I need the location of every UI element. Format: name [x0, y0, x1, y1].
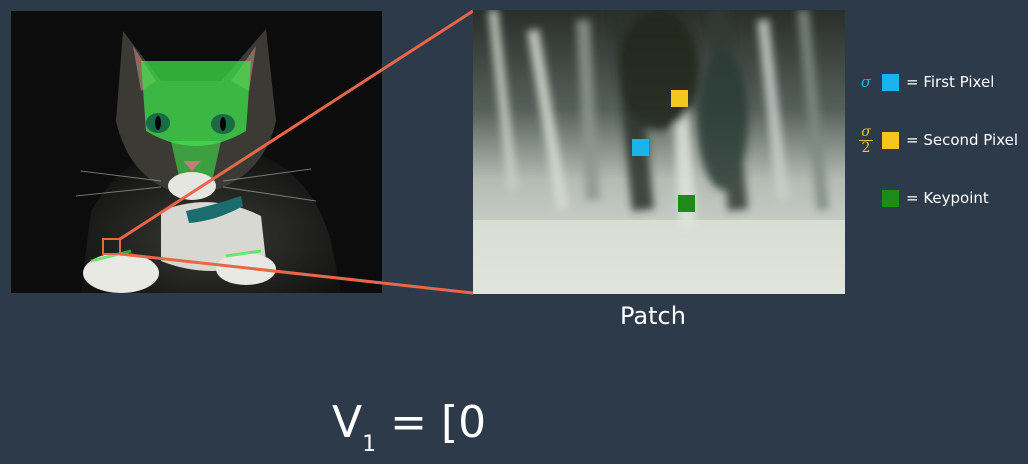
patch-image [473, 10, 845, 294]
legend-second-pixel: σ 2 = Second Pixel [852, 123, 1019, 156]
first-pixel-label: = First Pixel [906, 73, 995, 91]
second-pixel-swatch [882, 131, 899, 149]
sigma-half-symbol: σ 2 [852, 123, 880, 156]
descriptor-formula: V1 = [0 [332, 398, 486, 464]
formula-subscript: 1 [362, 432, 377, 457]
keypoint-swatch [882, 189, 899, 207]
patch-caption: Patch [620, 302, 686, 330]
first-pixel-marker [632, 139, 649, 156]
second-pixel-marker [671, 90, 688, 107]
sigma-denominator: 2 [861, 139, 871, 156]
first-pixel-swatch [882, 73, 899, 91]
second-pixel-label: = Second Pixel [906, 131, 1019, 149]
keypoint-marker [678, 195, 695, 212]
formula-base: V [332, 397, 363, 448]
keypoint-label: = Keypoint [906, 189, 989, 207]
cat-image [11, 11, 382, 293]
sigma-symbol: σ [860, 73, 872, 91]
formula-rest: = [0 [376, 397, 487, 448]
legend-keypoint: = Keypoint [852, 183, 989, 213]
legend-first-pixel: σ = First Pixel [852, 67, 995, 97]
sigma-numerator: σ [859, 123, 873, 141]
